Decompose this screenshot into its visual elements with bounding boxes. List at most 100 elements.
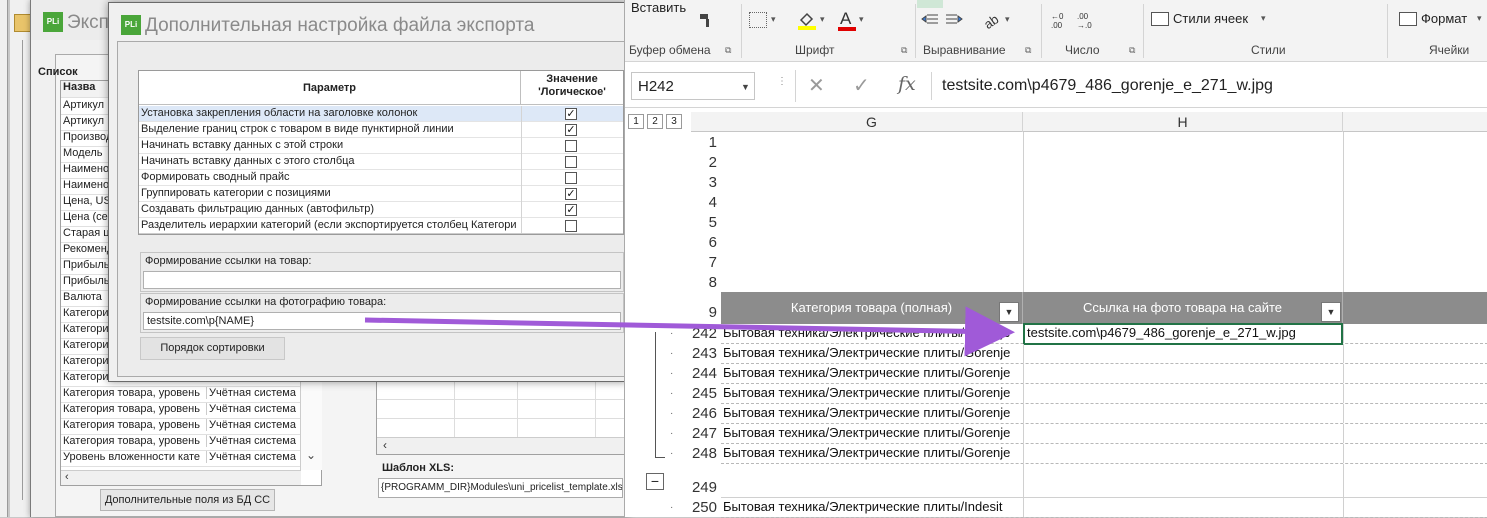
chevron-down-icon[interactable]: ▾ [1477, 13, 1482, 24]
parameter-row[interactable]: Выделение границ строк с товаром в виде … [139, 122, 623, 138]
text-orientation-icon[interactable]: ab [981, 10, 1001, 32]
chevron-down-icon[interactable]: ▾ [1261, 13, 1266, 24]
extra-fields-button[interactable]: Дополнительные поля из БД СС [100, 489, 275, 511]
increase-decimal-icon[interactable]: ←0.00 [1051, 12, 1073, 32]
column-header-g[interactable]: G [721, 112, 1023, 132]
borders-icon[interactable] [749, 12, 767, 28]
row-header[interactable]: 1 [691, 134, 721, 151]
table-row[interactable]: Бытовая техника/Электрические плиты/Gore… [721, 404, 1487, 424]
cell-category[interactable]: Бытовая техника/Электрические плиты/Gore… [721, 445, 1021, 463]
fields-table-row[interactable]: Категория товара, уровень Учётная система [61, 419, 321, 435]
dialog-launcher-icon[interactable]: ⧉ [1129, 45, 1135, 56]
table-row[interactable]: Бытовая техника/Электрические плиты/Gore… [721, 384, 1487, 404]
fields-table-row[interactable]: Категория товара, уровень Учётная система [61, 403, 321, 419]
parameters-table-hscroll[interactable]: ‹ [139, 233, 623, 234]
parameter-row[interactable]: Установка закрепления области на заголов… [139, 106, 623, 122]
cancel-icon[interactable]: ✕ [808, 73, 825, 98]
cell-category[interactable] [721, 480, 1021, 498]
cell-photo-link[interactable] [1025, 405, 1341, 423]
decrease-decimal-icon[interactable]: .00 →.0 [1077, 12, 1099, 32]
decrease-indent-icon[interactable] [921, 13, 939, 27]
row-header[interactable]: 243 [691, 345, 721, 362]
cell-photo-link[interactable] [1025, 385, 1341, 403]
filter-dropdown-icon[interactable]: ▼ [999, 302, 1019, 322]
cell-photo-link[interactable] [1025, 345, 1341, 363]
cell-styles-icon[interactable] [1151, 12, 1169, 26]
sort-order-button[interactable]: Порядок сортировки [140, 337, 285, 360]
cell-category[interactable]: Бытовая техника/Электрические плиты/Gore… [721, 345, 1021, 363]
row-header[interactable]: 5 [691, 214, 721, 231]
dialog-launcher-icon[interactable]: ⧉ [1025, 45, 1031, 56]
mapping-grid-hscroll[interactable]: ‹ [377, 437, 625, 454]
chevron-down-icon[interactable]: ▾ [820, 14, 825, 25]
parameter-checkbox[interactable] [565, 220, 577, 232]
parameter-row[interactable]: Создавать фильтрацию данных (автофильтр)… [139, 202, 623, 218]
cell-photo-link[interactable] [1025, 425, 1341, 443]
chevron-left-icon[interactable]: ‹ [65, 471, 69, 483]
cell-styles-button[interactable]: Стили ячеек [1173, 11, 1248, 26]
table-row[interactable]: Бытовая техника/Электрические плиты/Gore… [721, 344, 1487, 364]
parameter-checkbox[interactable] [565, 140, 577, 152]
chevron-left-icon[interactable]: ‹ [383, 438, 387, 452]
select-all-corner[interactable] [691, 112, 721, 132]
row-header[interactable]: 4 [691, 194, 721, 211]
cell-photo-link[interactable] [1025, 365, 1341, 383]
parameter-checkbox[interactable] [565, 156, 577, 168]
cell-category[interactable]: Бытовая техника/Электрические плиты/Gore… [721, 365, 1021, 383]
parameter-checkbox[interactable]: ✓ [565, 204, 577, 216]
table-row[interactable]: Бытовая техника/Электрические плиты/Gore… [721, 323, 1487, 345]
row-header[interactable]: 248 [691, 445, 721, 462]
increase-indent-icon[interactable] [945, 13, 963, 27]
row-header[interactable]: 244 [691, 365, 721, 382]
row-header[interactable]: 250 [691, 499, 721, 516]
product-link-input[interactable] [143, 271, 621, 289]
collapse-group-button[interactable]: − [646, 473, 664, 490]
header-cell-photo-link[interactable]: Ссылка на фото товара на сайте ▼ [1023, 292, 1343, 324]
cell-category[interactable]: Бытовая техника/Электрические плиты/Gore… [721, 385, 1021, 403]
filter-dropdown-icon[interactable]: ▼ [1321, 302, 1341, 322]
format-painter-icon[interactable] [697, 12, 715, 28]
outline-level-1-button[interactable]: 1 [628, 114, 644, 129]
table-row[interactable] [721, 464, 1487, 498]
chevron-down-icon[interactable]: ▼ [741, 82, 750, 92]
photo-link-input[interactable]: testsite.com\p{NAME} [143, 312, 621, 330]
cell-photo-link[interactable]: testsite.com\p4679_486_gorenje_e_271_w.j… [1023, 323, 1343, 345]
font-color-icon[interactable]: A [837, 8, 857, 32]
column-header-parameter[interactable]: Параметр [139, 71, 521, 105]
parameter-row[interactable]: Начинать вставку данных с этой строки [139, 138, 623, 154]
parameter-row[interactable]: Начинать вставку данных с этого столбца [139, 154, 623, 170]
header-cell-category[interactable]: Категория товара (полная) ▼ [721, 292, 1023, 324]
cell-photo-link[interactable] [1025, 480, 1341, 498]
table-row[interactable]: Бытовая техника/Электрические плиты/Inde… [721, 498, 1487, 518]
table-row[interactable]: Бытовая техника/Электрические плиты/Gore… [721, 444, 1487, 464]
parameter-row[interactable]: Группировать категории с позициями ✓ [139, 186, 623, 202]
column-header-value[interactable]: Значение 'Логическое' [522, 73, 622, 105]
template-path-input[interactable]: {PROGRAMM_DIR}Modules\uni_pricelist_temp… [378, 478, 623, 498]
cell-category[interactable]: Бытовая техника/Электрические плиты/Gore… [721, 325, 1021, 343]
row-header[interactable]: 246 [691, 405, 721, 422]
row-header[interactable]: 7 [691, 254, 721, 271]
parameter-checkbox[interactable]: ✓ [565, 188, 577, 200]
fields-table-row[interactable]: Уровень вложенности кате Учётная система [61, 451, 321, 467]
column-header-h[interactable]: H [1023, 112, 1343, 132]
fill-color-icon[interactable] [797, 10, 817, 30]
parameter-checkbox[interactable] [565, 172, 577, 184]
cell-photo-link[interactable] [1025, 445, 1341, 463]
table-row[interactable]: Бытовая техника/Электрические плиты/Gore… [721, 424, 1487, 444]
chevron-down-icon[interactable]: ▾ [1005, 14, 1010, 25]
parameter-row[interactable]: Разделитель иерархии категорий (если экс… [139, 218, 623, 234]
parameter-row[interactable]: Формировать сводный прайс [139, 170, 623, 186]
format-button[interactable]: Формат [1421, 11, 1467, 26]
row-header[interactable]: 8 [691, 274, 721, 291]
table-row[interactable]: Бытовая техника/Электрические плиты/Gore… [721, 364, 1487, 384]
dialog-launcher-icon[interactable]: ⧉ [725, 45, 731, 56]
row-header[interactable]: 245 [691, 385, 721, 402]
row-header[interactable]: 9 [691, 304, 721, 321]
row-header[interactable]: 6 [691, 234, 721, 251]
row-header[interactable]: 247 [691, 425, 721, 442]
outline-level-2-button[interactable]: 2 [647, 114, 663, 129]
fields-table-row[interactable]: Категория товара, уровень Учётная система [61, 387, 321, 403]
cell-photo-link[interactable] [1025, 499, 1341, 517]
chevron-down-icon[interactable]: ⌄ [306, 448, 316, 462]
fields-table-hscroll[interactable]: ‹ [61, 470, 301, 485]
